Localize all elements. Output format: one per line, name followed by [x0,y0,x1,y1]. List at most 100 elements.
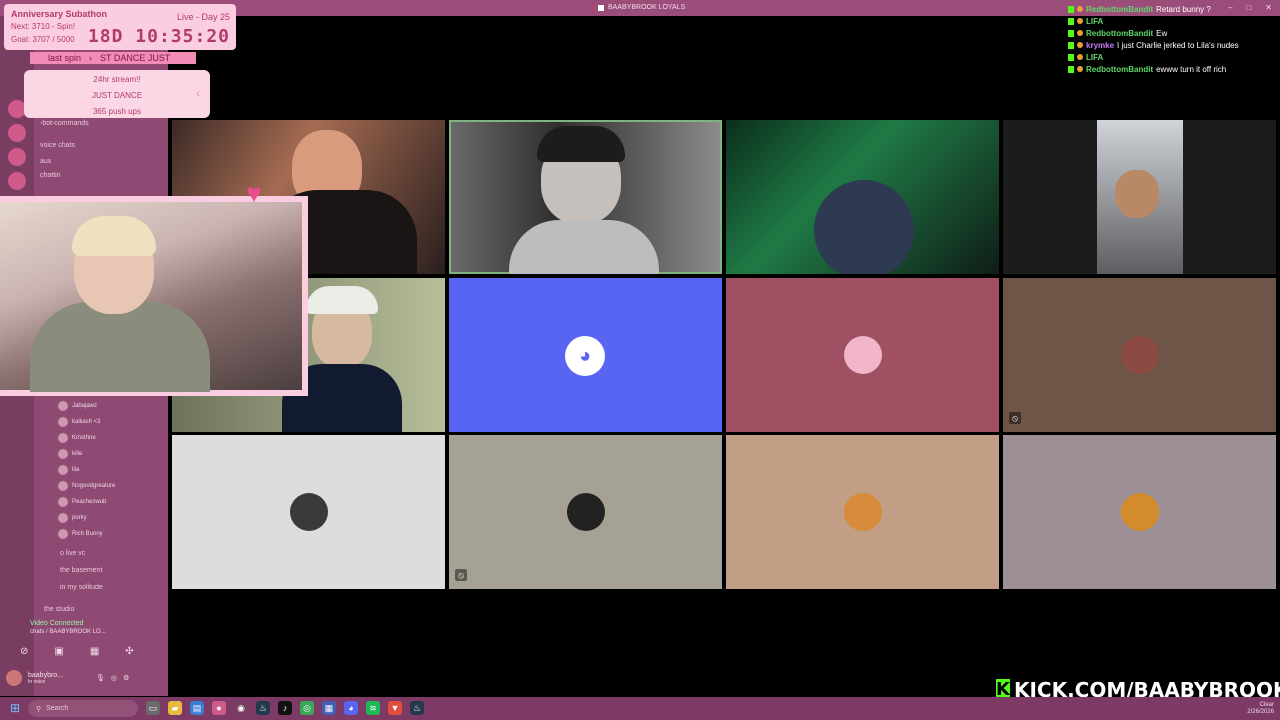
kick-badge-icon [1068,17,1074,25]
voice-status: Video Connected [30,620,84,627]
chat-username: krymke [1086,40,1115,50]
member-name: Jabajawz [72,403,98,409]
activities-icon[interactable]: ▦ [90,646,99,657]
headset-icon[interactable]: ◎ [111,674,117,682]
chat-message: RedbottomBandit Ew [1068,27,1280,39]
search-placeholder: Search [46,705,69,712]
voice-member[interactable]: Jabajawz [58,401,97,411]
video-icon[interactable]: ⊘ [20,646,28,657]
video-tile[interactable]: ◕ [449,278,722,432]
channel-item[interactable]: chattin [40,172,61,179]
user-panel: baabybro... In voice 🎙 ◎ ⚙ [6,666,162,690]
subathon-goal: Goal: 3707 / 5000 [11,35,75,44]
soundboard-icon[interactable]: ✣ [125,646,133,657]
server-icon[interactable] [8,124,26,142]
steam-icon[interactable]: ♨ [410,701,424,715]
avatar [58,465,68,475]
app-icon[interactable]: ● [212,701,226,715]
app-icon[interactable]: ▦ [322,701,336,715]
discord-icon[interactable]: ◕ [344,701,358,715]
kick-badge-icon [1068,5,1074,13]
system-tray[interactable]: Clear 2/26/2026 [1247,702,1274,716]
video-tile[interactable] [1003,120,1276,274]
video-tile[interactable]: ⦸ [449,435,722,589]
video-tile[interactable] [726,278,999,432]
screen-share-icon[interactable]: ▣ [54,646,63,657]
app-icon[interactable]: ▼ [388,701,402,715]
spin-item: JUST DANCE [91,91,143,100]
chat-username: RedbottomBandit [1086,64,1154,74]
mic-icon[interactable]: 🎙 [96,674,105,682]
voice-member[interactable]: Kmsthne [58,433,96,443]
video-tile[interactable] [1003,435,1276,589]
webcam-video [0,202,302,392]
sub-badge-icon [1077,6,1083,12]
chat-message: RedbottomBandit ewww turn it off rich [1068,63,1280,75]
video-tile[interactable] [726,435,999,589]
voice-member[interactable]: Rich Bunny [58,529,103,539]
participant-body [814,180,914,274]
chat-message: LIFA [1068,15,1280,27]
taskbar-search[interactable]: ⚲ Search [28,700,138,717]
subathon-timer: 18D 10:35:20 [87,26,230,47]
chat-username: LIFA [1086,52,1104,62]
member-name: Kmsthne [72,435,96,441]
channel-category[interactable]: voice chats [40,142,75,149]
sub-badge-icon [1077,54,1083,60]
member-name: Peacheswub [72,499,107,505]
channel-item[interactable]: aux [40,158,51,165]
tray-date: 2/26/2026 [1247,709,1274,715]
voice-channel[interactable]: the studio [44,606,74,613]
video-tile[interactable] [172,435,445,589]
voice-member[interactable]: Peacheswub [58,497,106,507]
spin-item: 24hr stream!! [93,75,141,84]
streamer-webcam [0,196,308,396]
last-spin-label: last spin [48,53,82,63]
last-spin-bar: last spin › ST DANCE JUST [30,52,196,64]
voice-sub: chats / BAABYBROOK LO... [30,629,106,635]
video-tile[interactable] [726,120,999,274]
streamer-body [30,302,210,392]
server-icon[interactable] [8,172,26,190]
username: baabybro... [28,671,64,679]
taskbar-apps: ▭ ▰ ▤ ● ◉ ♨ ♪ ◎ ▦ ◕ ≋ ▼ ♨ [146,701,424,715]
member-name: Rich Bunny [72,531,103,537]
settings-icon[interactable]: ⚙ [123,674,129,682]
chat-message: LIFA [1068,51,1280,63]
chevron-right-icon: › [89,53,93,63]
avatar [58,513,68,523]
screen: BAABYBROOK LOYALS – □ ✕ -bot-commands vo… [0,0,1280,720]
file-explorer-icon[interactable]: ▰ [168,701,182,715]
tiktok-icon[interactable]: ♪ [278,701,292,715]
obs-icon[interactable]: ◉ [234,701,248,715]
folder-icon[interactable]: ▤ [190,701,204,715]
spotify-icon[interactable]: ≋ [366,701,380,715]
windows-start-icon[interactable]: ⊞ [10,702,22,714]
voice-member[interactable]: lila [58,465,79,475]
task-view-icon[interactable]: ▭ [146,701,160,715]
voice-member[interactable]: kalliash <3 [58,417,101,427]
channel-item[interactable]: -bot-commands [40,120,89,127]
member-name: Nogoodgreature [72,483,116,489]
server-icon[interactable] [8,148,26,166]
mute-icon: ⦸ [1009,412,1021,424]
chat-message: RedbottomBandit Retard bunny ? [1068,3,1280,15]
voice-member[interactable]: kille [58,449,82,459]
steam-icon[interactable]: ♨ [256,701,270,715]
voice-channel[interactable]: the basement [60,567,102,574]
window-title-text: BAABYBROOK LOYALS [608,4,686,11]
voice-channel[interactable]: in my solitude [60,584,103,591]
sub-badge-icon [1077,66,1083,72]
voice-channel[interactable]: o live vc [60,550,85,557]
video-tile-speaking[interactable] [449,120,722,274]
avatar[interactable] [6,670,22,686]
chat-text: I just Charlie jerked to Lila's nudes [1117,40,1239,50]
chrome-icon[interactable]: ◎ [300,701,314,715]
participant-hat [306,286,378,314]
sub-badge-icon [1077,42,1083,48]
subathon-next: Next: 3710 - Spin! [11,22,76,31]
voice-member[interactable]: porky [58,513,87,523]
video-tile[interactable]: ⦸ [1003,278,1276,432]
participant-body [509,220,659,274]
voice-member[interactable]: Nogoodgreature [58,481,115,491]
